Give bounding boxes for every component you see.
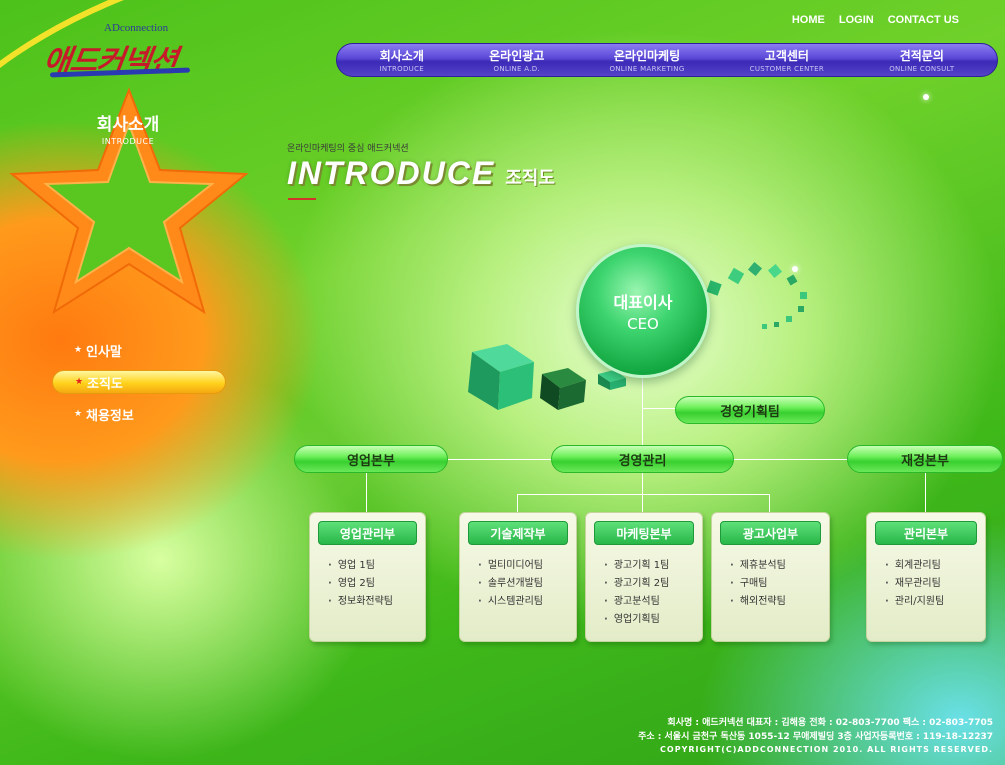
section-title-ko: 회사소개: [96, 115, 160, 135]
top-links: HOME LOGIN CONTACT US: [792, 14, 959, 26]
ceo-title-ko: 대표이사: [613, 293, 673, 312]
team-item: 솔루션개발팀: [478, 575, 568, 593]
team-item: 재무관리팀: [885, 575, 977, 593]
footer-address: 주소 : 서울시 금천구 독산동 1055-12 무애제빌딩 3층 사업자등록번…: [638, 732, 993, 742]
gnb-item-introduce[interactable]: 회사소개 INTRODUCE: [380, 47, 424, 73]
gnb-sublabel: ONLINE MARKETING: [609, 65, 685, 73]
sparkle-icon: [792, 266, 798, 272]
footer: 회사명 : 애드커넥션 대표자 : 김해용 전화 : 02-803-7700 팩…: [638, 716, 993, 756]
star-bullet-icon: ★: [75, 377, 84, 387]
footer-copyright: COPYRIGHT(C)ADDCONNECTION 2010. ALL RIGH…: [660, 745, 993, 754]
sparkle-icon: [923, 94, 929, 100]
connector-line: [517, 494, 769, 495]
department-title[interactable]: 마케팅본부: [594, 521, 694, 545]
department-card: 마케팅본부 광고기획 1팀 광고기획 2팀 광고분석팀 영업기획팀: [585, 512, 703, 642]
footer-company-info: 회사명 : 애드커넥션 대표자 : 김해용 전화 : 02-803-7700 팩…: [667, 718, 993, 728]
gnb-item-online-ad[interactable]: 온라인광고 ONLINE A.D.: [489, 47, 544, 73]
gnb-sublabel: ONLINE A.D.: [493, 65, 540, 73]
connector-line: [925, 472, 926, 512]
team-item: 광고분석팀: [604, 593, 694, 611]
team-item: 영업 2팀: [328, 575, 417, 593]
team-list: 제휴분석팀 구매팀 해외전략팀: [720, 557, 821, 611]
lnb-item-org-chart[interactable]: ★ 조직도: [52, 370, 226, 394]
page-title-ko: 조직도: [505, 168, 555, 189]
planning-team-node[interactable]: 경영기획팀: [675, 396, 825, 424]
page-title-en: INTRODUCE: [287, 155, 496, 191]
cube-trail-decoration: [706, 261, 807, 329]
title-underline: [288, 198, 316, 200]
team-item: 해외전략팀: [730, 593, 821, 611]
gnb-label: 고객센터: [764, 49, 809, 63]
connector-line: [366, 472, 367, 512]
gnb-item-online-consult[interactable]: 견적문의 ONLINE CONSULT: [889, 47, 954, 73]
lnb-label: 인사말: [86, 344, 122, 360]
connector-line: [769, 494, 770, 512]
home-link[interactable]: HOME: [792, 14, 825, 26]
team-item: 시스템관리팀: [478, 593, 568, 611]
department-card: 관리본부 회계관리팀 재무관리팀 관리/지원팀: [866, 512, 986, 642]
lnb-item-careers[interactable]: ★ 채용정보: [52, 402, 226, 426]
department-title[interactable]: 영업관리부: [318, 521, 417, 545]
lnb-label: 채용정보: [86, 408, 134, 424]
global-nav: 회사소개 INTRODUCE 온라인광고 ONLINE A.D. 온라인마케팅 ONL…: [336, 43, 998, 77]
department-card: 기술제작부 멀티미디어팀 솔루션개발팀 시스템관리팀: [459, 512, 577, 642]
local-nav: ★ 인사말 ★ 조직도 ★ 채용정보: [52, 338, 226, 434]
connector-line: [642, 472, 643, 494]
lnb-item-greeting[interactable]: ★ 인사말: [52, 338, 226, 362]
logo-subtext: ADconnection: [104, 22, 169, 34]
cube-decoration-dark: [540, 368, 586, 410]
connector-line: [517, 494, 518, 512]
ceo-node[interactable]: 대표이사 CEO: [576, 244, 710, 378]
gnb-label: 견적문의: [899, 49, 944, 63]
page-title: INTRODUCE 조직도: [287, 155, 555, 192]
team-list: 회계관리팀 재무관리팀 관리/지원팀: [875, 557, 977, 611]
connector-line: [642, 494, 643, 512]
logo[interactable]: ADconnection 애드커넥션: [40, 22, 191, 82]
star-bullet-icon: ★: [74, 345, 83, 355]
division-node-finance[interactable]: 재경본부: [847, 445, 1003, 473]
gnb-sublabel: INTRODUCE: [379, 65, 425, 73]
gnb-item-customer-center[interactable]: 고객센터 CUSTOMER CENTER: [750, 47, 824, 73]
department-title[interactable]: 기술제작부: [468, 521, 568, 545]
star-bullet-icon: ★: [74, 409, 83, 419]
team-item: 멀티미디어팀: [478, 557, 568, 575]
department-title[interactable]: 광고사업부: [720, 521, 821, 545]
team-item: 영업기획팀: [604, 611, 694, 629]
section-title: 회사소개 INTRODUCE: [58, 110, 198, 146]
lnb-label: 조직도: [87, 376, 123, 392]
team-item: 영업 1팀: [328, 557, 417, 575]
team-item: 광고기획 2팀: [604, 575, 694, 593]
gnb-label: 온라인마케팅: [613, 49, 681, 63]
team-item: 제휴분석팀: [730, 557, 821, 575]
cube-decoration-large: [468, 344, 534, 410]
gnb-label: 회사소개: [379, 49, 424, 63]
connector-line: [642, 408, 676, 409]
team-list: 영업 1팀 영업 2팀 정보화전략팀: [318, 557, 417, 611]
team-list: 광고기획 1팀 광고기획 2팀 광고분석팀 영업기획팀: [594, 557, 694, 629]
gnb-sublabel: CUSTOMER CENTER: [749, 65, 825, 73]
division-node-management[interactable]: 경영관리: [551, 445, 734, 473]
login-link[interactable]: LOGIN: [839, 14, 874, 26]
team-item: 관리/지원팀: [885, 593, 977, 611]
page-kicker: 온라인마케팅의 중심 애드커넥션: [287, 144, 409, 154]
section-title-en: INTRODUCE: [101, 137, 155, 146]
department-card: 광고사업부 제휴분석팀 구매팀 해외전략팀: [711, 512, 830, 642]
department-title[interactable]: 관리본부: [875, 521, 977, 545]
department-card: 영업관리부 영업 1팀 영업 2팀 정보화전략팀: [309, 512, 426, 642]
ceo-title-en: CEO: [627, 315, 659, 333]
gnb-sublabel: ONLINE CONSULT: [889, 65, 955, 73]
team-item: 정보화전략팀: [328, 593, 417, 611]
team-list: 멀티미디어팀 솔루션개발팀 시스템관리팀: [468, 557, 568, 611]
gnb-label: 온라인광고: [489, 49, 545, 63]
gnb-item-online-marketing[interactable]: 온라인마케팅 ONLINE MARKETING: [609, 47, 684, 73]
team-item: 구매팀: [730, 575, 821, 593]
division-node-sales[interactable]: 영업본부: [294, 445, 448, 473]
contact-us-link[interactable]: CONTACT US: [888, 14, 959, 26]
team-item: 회계관리팀: [885, 557, 977, 575]
team-item: 광고기획 1팀: [604, 557, 694, 575]
